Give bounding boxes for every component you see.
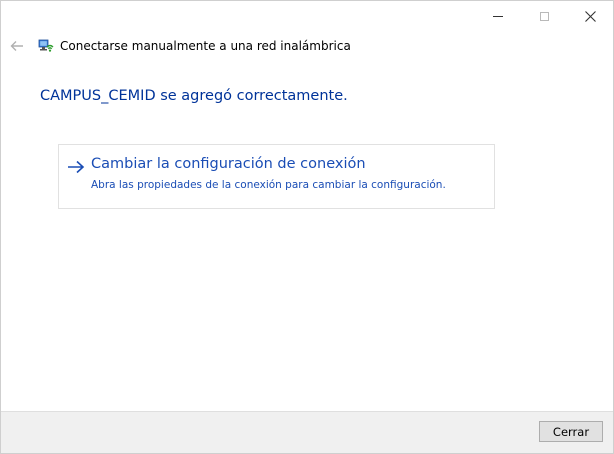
close-icon <box>584 10 596 22</box>
command-link-title: Cambiar la configuración de conexión <box>91 156 366 172</box>
close-button[interactable]: Cerrar <box>539 421 603 442</box>
minimize-icon <box>493 15 503 17</box>
minimize-button[interactable] <box>475 1 521 31</box>
footer-bar: Cerrar <box>1 411 613 453</box>
close-window-button[interactable] <box>567 1 613 31</box>
arrow-right-icon <box>68 160 85 174</box>
change-connection-settings-link[interactable]: Cambiar la configuración de conexión Abr… <box>58 144 495 209</box>
maximize-button[interactable] <box>521 1 567 31</box>
wizard-window: Conectarse manualmente a una red inalámb… <box>0 0 614 454</box>
wizard-title: Conectarse manualmente a una red inalámb… <box>60 39 351 53</box>
command-link-description: Abra las propiedades de la conexión para… <box>91 179 446 191</box>
back-arrow-icon[interactable] <box>9 39 25 53</box>
network-wizard-icon <box>38 39 54 52</box>
maximize-icon <box>539 11 549 21</box>
main-heading: CAMPUS_CEMID se agregó correctamente. <box>40 88 348 104</box>
